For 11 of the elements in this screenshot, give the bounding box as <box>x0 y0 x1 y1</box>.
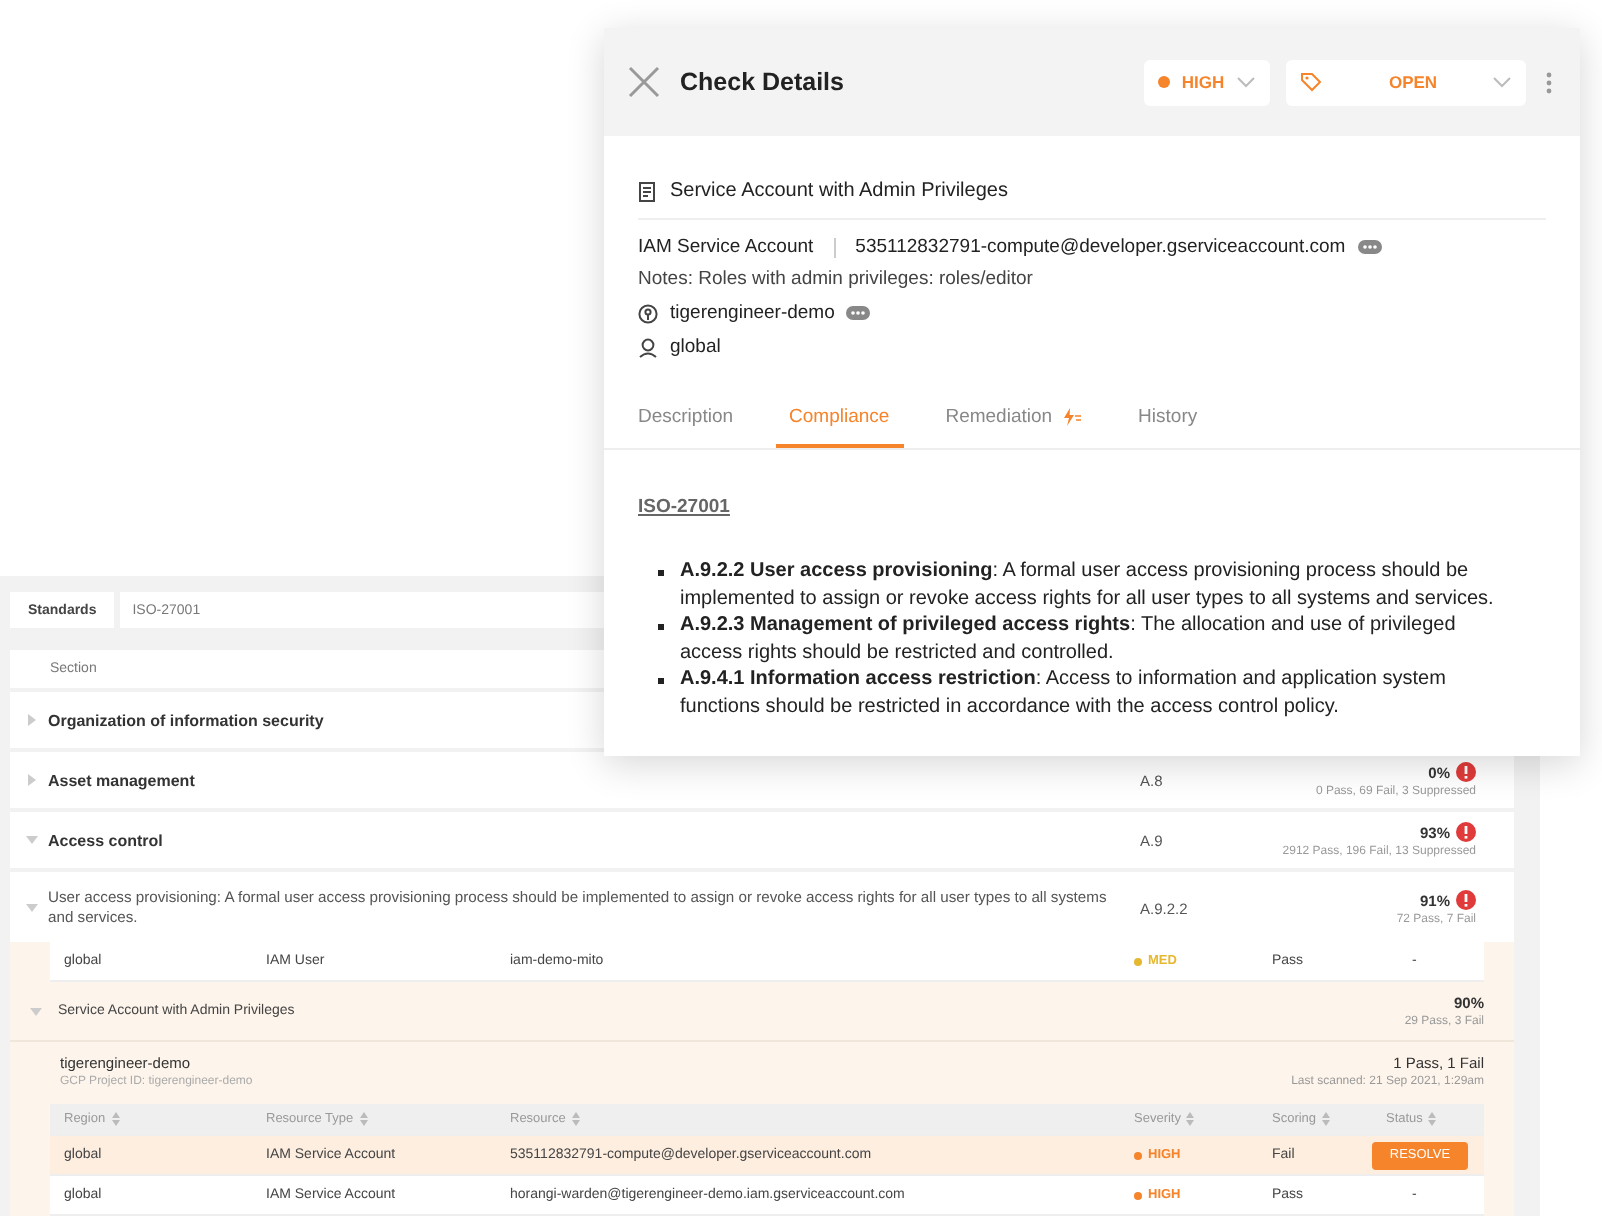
requirement-text: A.9.2.2 User access provisioning: A formal user access provisioning process should be implemented to assign or revoke access rights for all user types to all systems and services. <box>680 558 1496 612</box>
resource-type-text: IAM Service Account <box>638 236 814 258</box>
section-title: Access control <box>48 831 165 849</box>
project-text: tigerengineer-demo <box>670 302 835 324</box>
check-name: Service Account with Admin Privileges <box>670 180 1008 202</box>
panel-title: Check Details <box>680 68 846 96</box>
section-title: Asset management <box>48 771 197 789</box>
region-text: global <box>670 336 721 358</box>
notes-text: Notes: Roles with admin privileges: roles/editor <box>638 268 1035 290</box>
resource-text: 535112832791-compute@developer.gserviceaccount.com <box>855 236 1346 258</box>
section-title: Organization of information security <box>48 711 326 729</box>
